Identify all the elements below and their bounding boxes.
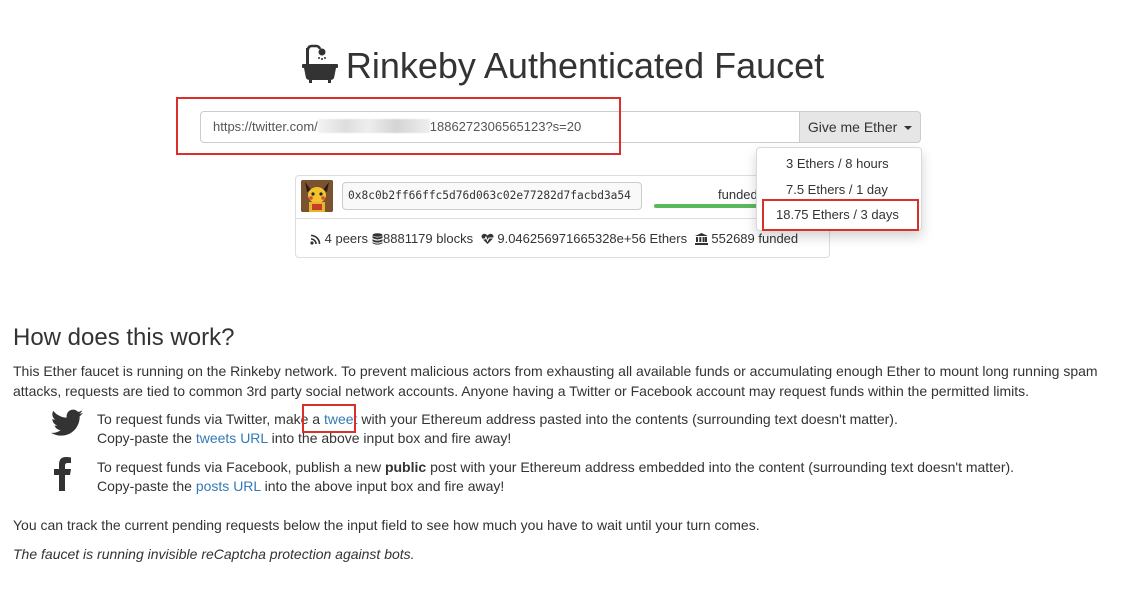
- facebook-line2-pre: Copy-paste the: [97, 478, 196, 494]
- twitter-line1-pre: To request funds via Twitter, make a: [97, 411, 324, 427]
- page-title: Rinkeby Authenticated Faucet: [0, 44, 1124, 88]
- twitter-instruction-1: To request funds via Twitter, make a twe…: [97, 410, 898, 429]
- facebook-line1-post: post with your Ethereum address embedded…: [426, 459, 1015, 475]
- tweets-url-link[interactable]: tweets URL: [196, 430, 268, 446]
- funded-stat: 552689 funded: [694, 231, 799, 246]
- ether-amount-dropdown: 3 Ethers / 8 hours 7.5 Ethers / 1 day 18…: [756, 147, 922, 231]
- caret-down-icon: [904, 126, 913, 130]
- url-input[interactable]: https://twitter.com/1886272306565123?s=2…: [200, 111, 800, 143]
- bath-icon: [301, 44, 338, 83]
- facebook-instruction-1: To request funds via Facebook, publish a…: [97, 458, 1014, 477]
- dropdown-option-8-hours[interactable]: 3 Ethers / 8 hours: [757, 152, 921, 176]
- twitter-line2-post: into the above input box and fire away!: [267, 430, 512, 446]
- rss-icon: [310, 234, 321, 245]
- heartbeat-icon: [481, 233, 494, 244]
- intro-paragraph: This Ether faucet is running on the Rink…: [13, 363, 1098, 399]
- ethers-stat: 9.046256971665328e+56 Ethers: [481, 231, 687, 246]
- avatar: [301, 180, 333, 212]
- dropdown-option-3-days[interactable]: 18.75 Ethers / 3 days: [757, 203, 921, 227]
- how-section-title: How does this work?: [13, 324, 235, 351]
- database-icon: [372, 233, 383, 245]
- request-row: 0x8c0b2ff66ffc5d76d063c02e77282d7facbd3a…: [296, 176, 829, 219]
- funded-label: funded: [718, 187, 758, 202]
- pending-note: You can track the current pending reques…: [13, 517, 760, 533]
- ethereum-address-field: 0x8c0b2ff66ffc5d76d063c02e77282d7facbd3a…: [342, 182, 642, 210]
- public-emphasis: public: [384, 459, 427, 475]
- bank-icon: [694, 233, 708, 245]
- facebook-line2-post: into the above input box and fire away!: [260, 478, 505, 494]
- url-value-suffix: 1886272306565123?s=20: [429, 119, 582, 134]
- status-panel: 0x8c0b2ff66ffc5d76d063c02e77282d7facbd3a…: [295, 175, 830, 258]
- page-title-text: Rinkeby Authenticated Faucet: [345, 45, 825, 86]
- twitter-line1-post: with your Ethereum address pasted into t…: [357, 411, 898, 427]
- twitter-line2-pre: Copy-paste the: [97, 430, 196, 446]
- give-me-ether-label: Give me Ether: [807, 119, 898, 135]
- blocks-count: 8881179 blocks: [383, 231, 474, 246]
- network-stats: 4 peers 8881179 blocks 9.046256971665328e…: [310, 231, 802, 246]
- facebook-instruction-2: Copy-paste the posts URL into the above …: [97, 477, 504, 496]
- funded-count: 552689 funded: [711, 231, 799, 246]
- dropdown-option-1-day[interactable]: 7.5 Ethers / 1 day: [757, 178, 921, 202]
- posts-url-link[interactable]: posts URL: [196, 478, 261, 494]
- captcha-note: The faucet is running invisible reCaptch…: [13, 546, 415, 562]
- peers-stat: 4 peers: [310, 231, 368, 246]
- facebook-icon: [54, 457, 71, 491]
- tweet-link[interactable]: tweet: [324, 411, 357, 427]
- request-input-group: https://twitter.com/1886272306565123?s=2…: [200, 111, 921, 143]
- redacted-blur: [317, 119, 430, 133]
- peers-count: 4 peers: [324, 231, 368, 246]
- ethers-amount: 9.046256971665328e+56 Ethers: [497, 231, 688, 246]
- url-value-prefix: https://twitter.com/: [213, 119, 318, 134]
- blocks-stat: 8881179 blocks: [372, 231, 473, 246]
- give-me-ether-button[interactable]: Give me Ether: [800, 111, 921, 143]
- facebook-line1-pre: To request funds via Facebook, publish a…: [97, 459, 385, 475]
- twitter-icon: [51, 409, 83, 436]
- twitter-instruction-2: Copy-paste the tweets URL into the above…: [97, 429, 511, 448]
